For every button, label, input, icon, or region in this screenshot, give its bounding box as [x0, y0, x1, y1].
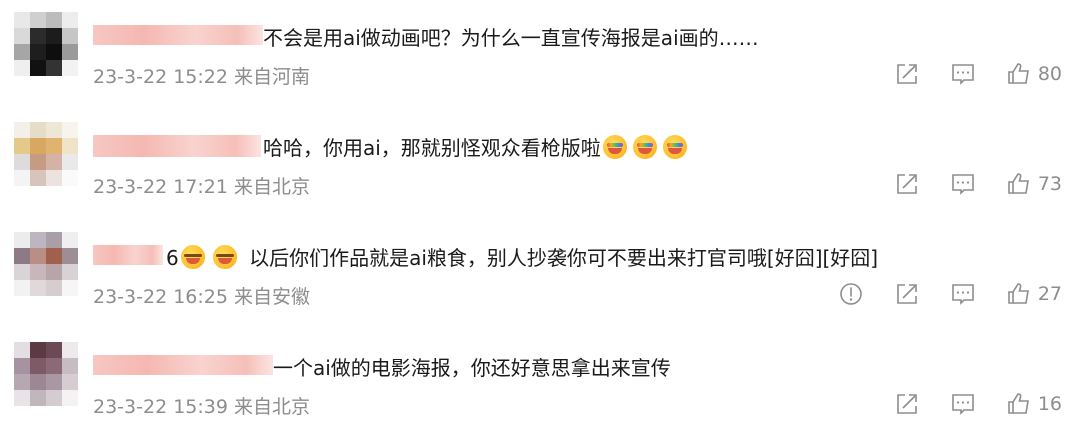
comment-meta: 23-3-22 16:25 来自安徽 [93, 282, 310, 309]
like-count: 16 [1037, 393, 1062, 415]
comment-actions: 16 [864, 390, 1062, 418]
timestamp: 23-3-22 15:22 [93, 66, 228, 88]
rainbow-grin-emoji [632, 135, 657, 159]
timestamp: 23-3-22 15:39 [93, 396, 228, 418]
timestamp: 23-3-22 16:25 [93, 286, 228, 308]
username[interactable] [93, 25, 263, 45]
location: 来自安徽 [234, 286, 311, 308]
location: 来自北京 [234, 396, 311, 418]
timestamp: 23-3-22 17:21 [93, 176, 228, 198]
comment-text: 哈哈，你用ai，那就别怪观众看枪版啦 [263, 132, 687, 161]
avatar[interactable] [14, 342, 78, 406]
comment-bubble-icon[interactable] [950, 391, 976, 417]
username-suffix[interactable]: 6 [166, 246, 179, 270]
comment-item: 不会是用ai做动画吧？为什么一直宣传海报是ai画的…… 23-3-22 15:2… [0, 0, 1080, 100]
comment-actions: 27 [808, 280, 1062, 308]
comment-item: 哈哈，你用ai，那就别怪观众看枪版啦 23-3-22 17:21 来自北京 73 [0, 110, 1080, 210]
username[interactable] [93, 245, 163, 265]
comment-text: 6 以后你们作品就是ai粮食，别人抄袭你可不要出来打官司哦[好囧][好囧] [166, 245, 879, 270]
avatar[interactable] [14, 12, 78, 76]
thumbs-up-icon[interactable] [1006, 281, 1032, 307]
comment-actions: 80 [864, 60, 1062, 88]
comment-item: 一个ai做的电影海报，你还好意思拿出来宣传 23-3-22 15:39 来自北京… [0, 330, 1080, 430]
location: 来自北京 [234, 176, 311, 198]
comment-meta: 23-3-22 15:22 来自河南 [93, 62, 310, 89]
like-count: 80 [1037, 63, 1062, 85]
comment-item: 6 以后你们作品就是ai粮食，别人抄袭你可不要出来打官司哦[好囧][好囧] 23… [0, 220, 1080, 320]
thumbs-up-icon[interactable] [1006, 171, 1032, 197]
location: 来自河南 [234, 66, 311, 88]
cheeky-emoji [180, 245, 205, 269]
like-count: 73 [1037, 173, 1062, 195]
username[interactable] [93, 135, 261, 157]
comment-bubble-icon[interactable] [950, 61, 976, 87]
thumbs-up-icon[interactable] [1006, 391, 1032, 417]
exclamation-circle-icon[interactable] [838, 281, 864, 307]
thumbs-up-icon[interactable] [1006, 61, 1032, 87]
comment-bubble-icon[interactable] [950, 171, 976, 197]
share-box-icon[interactable] [894, 391, 920, 417]
avatar[interactable] [14, 122, 78, 186]
comment-bubble-icon[interactable] [950, 281, 976, 307]
username[interactable] [93, 355, 273, 375]
comment-text: 一个ai做的电影海报，你还好意思拿出来宣传 [273, 356, 671, 380]
share-box-icon[interactable] [894, 61, 920, 87]
share-box-icon[interactable] [894, 281, 920, 307]
comment-text: 不会是用ai做动画吧？为什么一直宣传海报是ai画的…… [263, 26, 759, 50]
avatar[interactable] [14, 232, 78, 296]
comment-actions: 73 [864, 170, 1062, 198]
comment-meta: 23-3-22 17:21 来自北京 [93, 172, 310, 199]
comment-meta: 23-3-22 15:39 来自北京 [93, 392, 310, 419]
share-box-icon[interactable] [894, 171, 920, 197]
like-count: 27 [1037, 283, 1062, 305]
cheeky-emoji [212, 245, 237, 269]
rainbow-grin-emoji [602, 135, 627, 159]
rainbow-grin-emoji [662, 135, 687, 159]
